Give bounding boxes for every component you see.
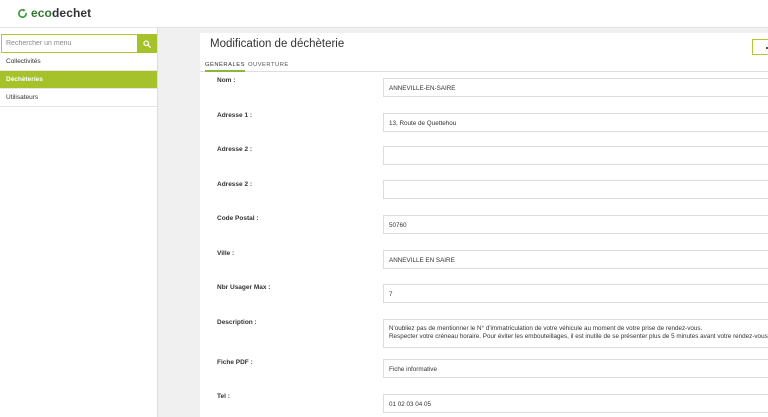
- label-ville: Ville :: [217, 250, 235, 257]
- sidebar-item-utilisateurs[interactable]: Utilisateurs: [0, 89, 157, 107]
- menu-search-input[interactable]: [1, 34, 137, 53]
- recycle-icon: [18, 8, 27, 18]
- input-ville[interactable]: ANNEVILLE EN SAIRE: [383, 250, 768, 269]
- input-nom[interactable]: ANNEVILLE-EN-SAIRE: [383, 78, 768, 97]
- tab-bar: Générales Ouverture: [200, 61, 768, 72]
- label-tel: Tel :: [217, 393, 230, 400]
- label-nbr-usager-max: Nbr Usager Max :: [217, 284, 271, 291]
- input-fiche-pdf[interactable]: Fiche informative: [383, 359, 768, 378]
- label-adresse-1: Adresse 1 :: [217, 112, 253, 119]
- label-description: Description :: [217, 319, 257, 326]
- search-icon: [143, 39, 151, 48]
- description-line-2: Respecter votre créneau horaire. Pour év…: [389, 333, 768, 340]
- input-description[interactable]: N'oubliez pas de mentionner le N° d'imma…: [383, 319, 768, 348]
- input-adresse-1[interactable]: 13, Route de Quettehou: [383, 113, 768, 132]
- top-bar: eco dechet: [0, 0, 768, 28]
- sidebar: Collectivités Déchèteries Utilisateurs: [0, 28, 158, 417]
- menu-search: [1, 34, 157, 53]
- main-panel: Modification de déchèterie Générales Ouv…: [200, 33, 768, 417]
- input-code-postal[interactable]: 50760: [383, 215, 768, 234]
- page-title: Modification de déchèterie: [210, 38, 345, 50]
- label-nom: Nom :: [217, 77, 236, 84]
- app-logo[interactable]: eco dechet: [17, 6, 91, 20]
- input-adresse-2[interactable]: [383, 146, 768, 165]
- sidebar-item-decheteries[interactable]: Déchèteries: [0, 71, 157, 89]
- label-adresse-2: Adresse 2 :: [217, 146, 253, 153]
- menu-search-button[interactable]: [137, 34, 157, 53]
- label-fiche-pdf: Fiche PDF :: [217, 359, 253, 366]
- input-adresse-2b[interactable]: [383, 180, 768, 199]
- header-action-button[interactable]: [752, 39, 768, 55]
- sidebar-menu: Collectivités Déchèteries Utilisateurs: [0, 53, 157, 107]
- tab-generales[interactable]: Générales: [205, 62, 245, 72]
- tab-ouverture[interactable]: Ouverture: [248, 62, 289, 72]
- input-nbr-usager-max[interactable]: 7: [383, 284, 768, 303]
- description-line-1: N'oubliez pas de mentionner le N° d'imma…: [389, 325, 703, 332]
- logo-text-eco: eco: [31, 6, 52, 20]
- label-code-postal: Code Postal :: [217, 215, 259, 222]
- input-tel[interactable]: 01 02 03 04 05: [383, 394, 768, 413]
- sidebar-item-collectivites[interactable]: Collectivités: [0, 53, 157, 71]
- logo-text-dechet: dechet: [51, 6, 92, 20]
- label-adresse-2b: Adresse 2 :: [217, 181, 253, 188]
